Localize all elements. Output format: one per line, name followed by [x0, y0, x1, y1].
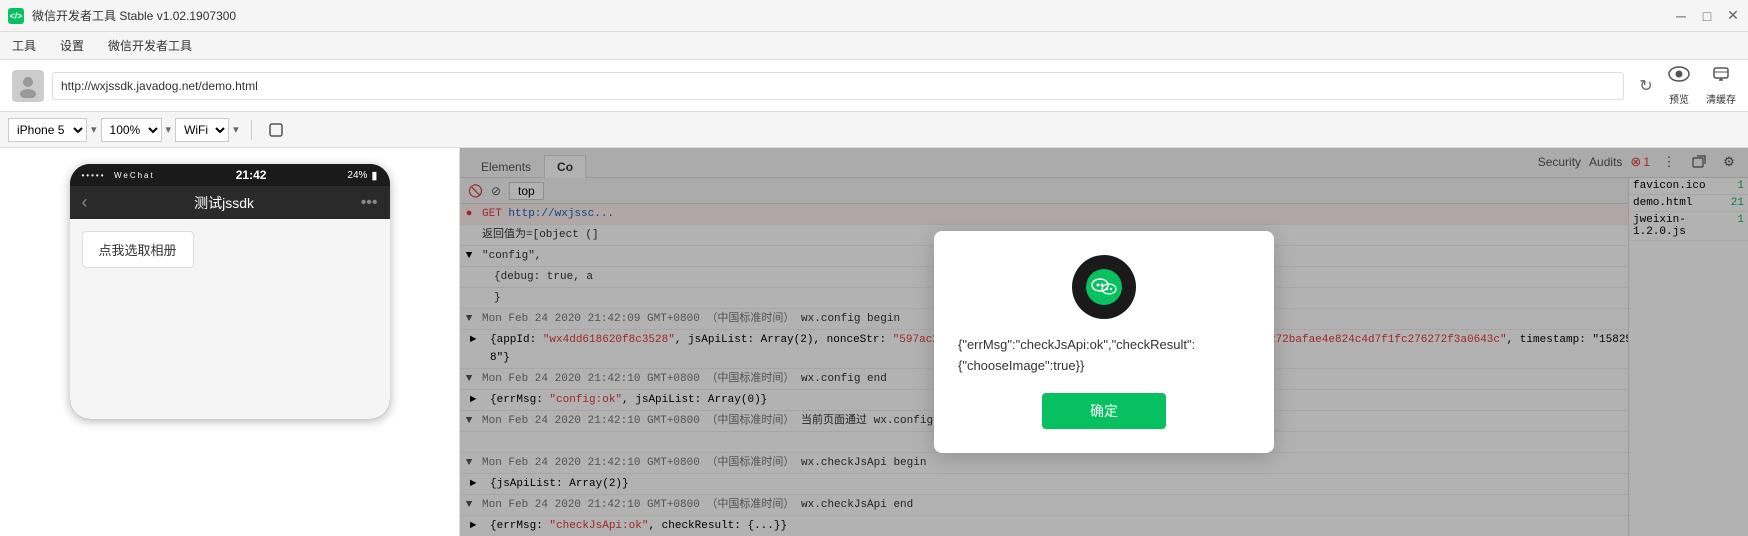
- dialog-box: {"errMsg":"checkJsApi:ok","checkResult":…: [934, 231, 1274, 453]
- clear-storage-icon: [1710, 65, 1732, 89]
- phone-status-bar: ••••• WeChat 21:42 24% ▮: [70, 164, 390, 186]
- phone-gallery-button[interactable]: 点我选取相册: [82, 231, 194, 268]
- phone-panel: ••••• WeChat 21:42 24% ▮ ‹ 测试jssdk ••• 点…: [0, 148, 460, 536]
- phone-time: 21:42: [236, 168, 267, 182]
- dialog-message-line2: {"chooseImage":true}}: [958, 358, 1084, 373]
- battery-percent: 24%: [347, 170, 367, 181]
- rotate-button[interactable]: [264, 118, 288, 142]
- network-select[interactable]: WiFi 3G 4G: [175, 118, 229, 142]
- phone-signal-dots: ••••• WeChat: [82, 171, 155, 180]
- main-layout: ••••• WeChat 21:42 24% ▮ ‹ 测试jssdk ••• 点…: [0, 148, 1748, 536]
- dialog-overlay: {"errMsg":"checkJsApi:ok","checkResult":…: [460, 148, 1748, 536]
- app-logo: </>: [8, 8, 24, 24]
- toolbar: ↻ 预览 清缓存: [0, 60, 1748, 112]
- phone-nav-bar: ‹ 测试jssdk •••: [70, 186, 390, 219]
- refresh-button[interactable]: ↻: [1632, 72, 1660, 100]
- phone-nav-title: 测试jssdk: [194, 193, 254, 213]
- dialog-logo: [1072, 255, 1136, 319]
- menu-item-tools[interactable]: 工具: [8, 35, 40, 56]
- toolbar-right: 预览 清缓存: [1668, 65, 1736, 106]
- title-bar-left: </> 微信开发者工具 Stable v1.02.1907300: [8, 7, 236, 24]
- app-title: 微信开发者工具 Stable v1.02.1907300: [32, 7, 236, 24]
- device-bar: iPhone 5 iPhone 6 iPhone X ▾ 100% 75% 15…: [0, 112, 1748, 148]
- window-controls: ─ □ ✕: [1674, 9, 1740, 23]
- title-bar: </> 微信开发者工具 Stable v1.02.1907300 ─ □ ✕: [0, 0, 1748, 32]
- menu-item-settings[interactable]: 设置: [56, 35, 88, 56]
- wechat-logo-icon: [1086, 269, 1122, 305]
- preview-icon: [1668, 65, 1690, 89]
- phone-content: 点我选取相册: [70, 219, 390, 419]
- clear-storage-label: 清缓存: [1706, 91, 1736, 106]
- preview-label: 预览: [1669, 91, 1689, 106]
- maximize-button[interactable]: □: [1700, 9, 1714, 23]
- zoom-select[interactable]: 100% 75% 150%: [101, 118, 162, 142]
- devtools-panel: Elements Co Security Audits ⊗ 1 ⋮ ⚙ 🚫: [460, 148, 1748, 536]
- minimize-button[interactable]: ─: [1674, 9, 1688, 23]
- device-select[interactable]: iPhone 5 iPhone 6 iPhone X: [8, 118, 87, 142]
- phone-frame: ••••• WeChat 21:42 24% ▮ ‹ 测试jssdk ••• 点…: [70, 164, 390, 419]
- chevron-down-icon: ▾: [91, 123, 97, 136]
- preview-button[interactable]: 预览: [1668, 65, 1690, 106]
- menu-item-wechat-devtools[interactable]: 微信开发者工具: [104, 35, 196, 56]
- battery-icon: ▮: [371, 169, 377, 182]
- zoom-chevron-icon: ▾: [166, 123, 172, 136]
- phone-status-right: 24% ▮: [347, 169, 377, 182]
- dialog-confirm-button[interactable]: 确定: [1042, 393, 1166, 429]
- dialog-message-line1: {"errMsg":"checkJsApi:ok","checkResult":: [958, 337, 1195, 352]
- url-input[interactable]: [52, 72, 1624, 100]
- close-button[interactable]: ✕: [1726, 9, 1740, 23]
- phone-back-button[interactable]: ‹: [82, 192, 88, 213]
- separator: [251, 120, 252, 140]
- phone-more-button[interactable]: •••: [361, 194, 378, 212]
- clear-storage-button[interactable]: 清缓存: [1706, 65, 1736, 106]
- menu-bar: 工具 设置 微信开发者工具: [0, 32, 1748, 60]
- user-avatar: [12, 70, 44, 102]
- dialog-message: {"errMsg":"checkJsApi:ok","checkResult":…: [958, 335, 1250, 377]
- network-chevron-icon: ▾: [233, 123, 239, 136]
